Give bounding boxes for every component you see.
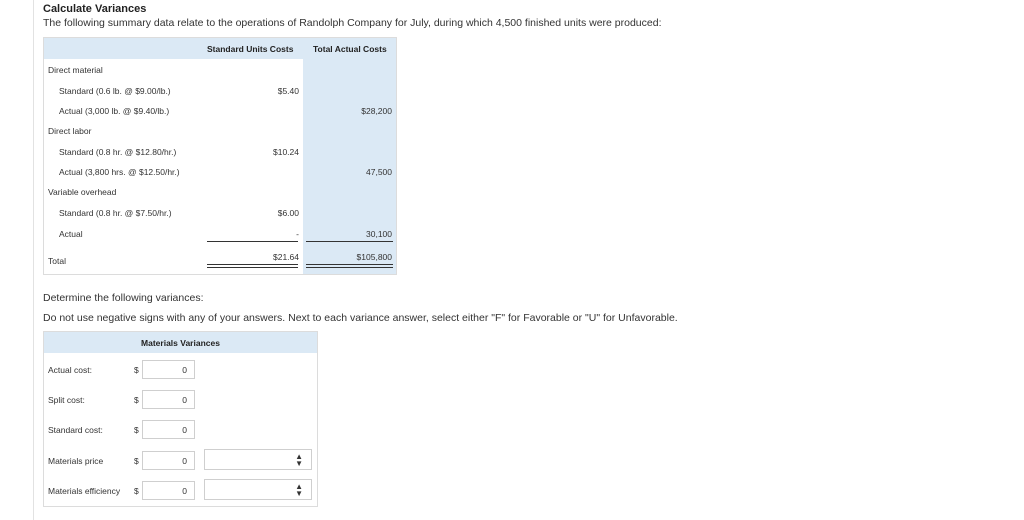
select-arrows-icon: ▲ ▼: [295, 452, 303, 468]
vo-actual-value: 30,100: [366, 229, 392, 239]
row-label-dm-standard: Standard (0.6 lb. @ $9.00/lb.): [59, 86, 171, 96]
col-header-standard: Standard Units Costs: [207, 44, 294, 54]
standard-cost-input[interactable]: [142, 420, 195, 439]
dl-actual-value: 47,500: [366, 167, 392, 177]
actual-cost-input[interactable]: [142, 360, 195, 379]
subtotal-rule-actual: [306, 241, 393, 242]
select-arrows-icon: ▲ ▼: [295, 482, 303, 498]
label-split-cost: Split cost:: [48, 395, 85, 405]
dl-standard-value: $10.24: [273, 147, 299, 157]
currency-symbol: $: [134, 456, 139, 466]
row-label-dl-actual: Actual (3,800 hrs. @ $12.50/hr.): [59, 167, 180, 177]
left-border-line: [33, 0, 34, 520]
row-label-direct-material: Direct material: [48, 65, 103, 75]
vo-actual-standard-value: -: [296, 229, 299, 239]
row-label-variable-overhead: Variable overhead: [48, 187, 117, 197]
row-label-vo-actual: Actual: [59, 229, 83, 239]
total-double-rule-standard: [207, 264, 298, 268]
dm-actual-value: $28,200: [361, 106, 392, 116]
materials-variances-panel: Materials Variances Actual cost: $ Split…: [43, 331, 318, 507]
row-label-dm-actual: Actual (3,000 lb. @ $9.40/lb.): [59, 106, 170, 116]
materials-price-input[interactable]: [142, 451, 195, 470]
label-materials-efficiency: Materials efficiency: [48, 486, 121, 496]
materials-efficiency-input[interactable]: [142, 481, 195, 500]
currency-symbol: $: [134, 425, 139, 435]
materials-efficiency-fu-select[interactable]: ▲ ▼: [204, 479, 312, 500]
total-double-rule-actual: [306, 264, 393, 268]
label-materials-price: Materials price: [48, 456, 104, 466]
intro-text: The following summary data relate to the…: [43, 17, 662, 29]
row-label-direct-labor: Direct labor: [48, 126, 92, 136]
label-actual-cost: Actual cost:: [48, 365, 92, 375]
total-actual-value: $105,800: [356, 252, 392, 262]
instruction-line-1: Determine the following variances:: [43, 292, 204, 304]
row-label-vo-standard: Standard (0.8 hr. @ $7.50/hr.): [59, 208, 172, 218]
col-header-actual: Total Actual Costs: [313, 44, 387, 54]
vo-standard-value: $6.00: [277, 208, 299, 218]
summary-table: Standard Units Costs Total Actual Costs …: [43, 37, 397, 275]
split-cost-input[interactable]: [142, 390, 195, 409]
materials-price-fu-select[interactable]: ▲ ▼: [204, 449, 312, 470]
instruction-line-2: Do not use negative signs with any of yo…: [43, 312, 678, 324]
row-label-dl-standard: Standard (0.8 hr. @ $12.80/hr.): [59, 147, 177, 157]
subtotal-rule-standard: [207, 241, 298, 242]
page-title: Calculate Variances: [43, 3, 147, 15]
currency-symbol: $: [134, 395, 139, 405]
label-standard-cost: Standard cost:: [48, 425, 103, 435]
total-standard-value: $21.64: [273, 252, 299, 262]
currency-symbol: $: [134, 365, 139, 375]
currency-symbol: $: [134, 486, 139, 496]
row-label-total: Total: [48, 256, 66, 266]
dm-standard-value: $5.40: [277, 86, 299, 96]
materials-variances-title: Materials Variances: [141, 338, 220, 348]
